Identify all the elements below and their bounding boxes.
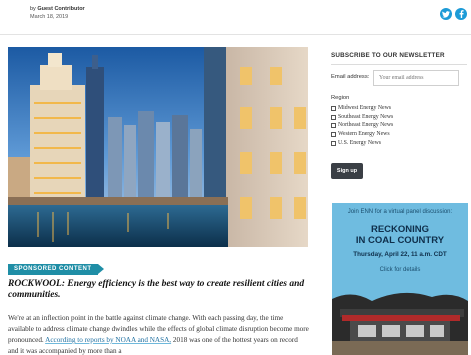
checkbox-icon[interactable] bbox=[331, 105, 336, 111]
ad-title-line2: IN COAL COUNTRY bbox=[355, 235, 445, 246]
ad-title-line1: RECKONING bbox=[370, 224, 430, 235]
region-option-label: U.S. Energy News bbox=[338, 139, 382, 146]
region-option[interactable]: U.S. Energy News bbox=[331, 139, 393, 148]
region-option-label: Midwest Energy News bbox=[338, 105, 392, 111]
share-buttons bbox=[440, 8, 467, 20]
checkbox-icon[interactable] bbox=[331, 131, 336, 137]
region-option[interactable]: Midwest Energy News bbox=[331, 104, 393, 113]
publish-date: March 18, 2019 bbox=[30, 14, 69, 20]
checkbox-icon[interactable] bbox=[331, 123, 336, 129]
twitter-icon[interactable] bbox=[440, 8, 452, 20]
ad-cta[interactable]: Click for details bbox=[332, 267, 468, 273]
region-option-label: Northeast Energy News bbox=[338, 122, 394, 129]
byline-prefix: by bbox=[30, 6, 36, 12]
sponsored-badge: SPONSORED CONTENT bbox=[8, 264, 104, 275]
author-name[interactable]: Guest Contributor bbox=[37, 6, 84, 12]
region-option[interactable]: Northeast Energy News bbox=[331, 121, 393, 130]
region-option-label: Western Energy News bbox=[338, 131, 390, 138]
ad-date: Thursday, April 22, 11 a.m. CDT bbox=[353, 251, 447, 258]
region-list: Midwest Energy News Southeast Energy New… bbox=[331, 104, 393, 147]
noaa-nasa-link[interactable]: According to reports by NOAA and NASA, bbox=[45, 336, 171, 344]
ad-title: RECKONING IN COAL COUNTRY bbox=[332, 224, 468, 246]
region-option-label: Southeast Energy News bbox=[338, 113, 394, 120]
header-divider bbox=[0, 34, 471, 35]
newsletter-title: SUBSCRIBE TO OUR NEWSLETTER bbox=[331, 52, 467, 65]
region-option[interactable]: Southeast Energy News bbox=[331, 113, 393, 122]
ad-intro: Join ENN for a virtual panel discussion: bbox=[347, 209, 453, 215]
byline: by Guest Contributor bbox=[30, 5, 85, 14]
email-label: Email address: bbox=[331, 74, 370, 80]
event-ad-banner[interactable]: Join ENN for a virtual panel discussion:… bbox=[332, 203, 468, 355]
region-label: Region bbox=[331, 95, 350, 101]
article-headline[interactable]: ROCKWOOL: Energy efficiency is the best … bbox=[8, 279, 308, 301]
checkbox-icon[interactable] bbox=[331, 140, 336, 146]
coal-machine-illustration bbox=[332, 292, 468, 355]
facebook-icon[interactable] bbox=[455, 8, 467, 20]
email-field[interactable] bbox=[373, 70, 459, 86]
signup-button[interactable]: Sign up bbox=[331, 163, 363, 179]
article-paragraph: We're at an inflection point in the batt… bbox=[8, 313, 310, 355]
hero-image bbox=[8, 47, 308, 247]
region-option[interactable]: Western Energy News bbox=[331, 130, 393, 139]
checkbox-icon[interactable] bbox=[331, 114, 336, 120]
